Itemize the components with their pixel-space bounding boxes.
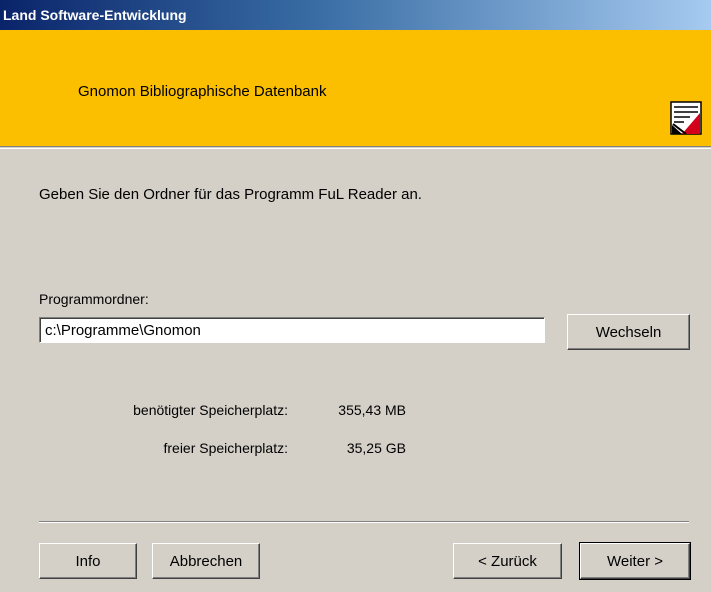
- window-title-bar[interactable]: Land Software-Entwicklung: [0, 0, 711, 30]
- free-space-value: 35,25 GB: [346, 440, 406, 456]
- program-folder-input[interactable]: [39, 317, 545, 343]
- header-banner: Gnomon Bibliographische Datenbank: [0, 30, 711, 147]
- gnomon-logo-icon: [670, 101, 702, 135]
- next-button[interactable]: Weiter >: [579, 542, 691, 580]
- back-button[interactable]: < Zurück: [453, 543, 562, 579]
- info-button[interactable]: Info: [39, 543, 137, 579]
- banner-title: Gnomon Bibliographische Datenbank: [78, 83, 327, 100]
- free-space-label: freier Speicherplatz:: [163, 440, 288, 456]
- footer-divider-highlight: [39, 522, 689, 523]
- window-title: Land Software-Entwicklung: [3, 7, 187, 23]
- required-space-label: benötigter Speicherplatz:: [133, 402, 288, 418]
- banner-divider: [0, 148, 711, 149]
- change-folder-button[interactable]: Wechseln: [567, 314, 690, 350]
- required-space-value: 355,43 MB: [338, 402, 406, 418]
- instruction-text: Geben Sie den Ordner für das Programm Fu…: [39, 186, 422, 203]
- cancel-button[interactable]: Abbrechen: [152, 543, 260, 579]
- program-folder-label: Programmordner:: [39, 291, 149, 307]
